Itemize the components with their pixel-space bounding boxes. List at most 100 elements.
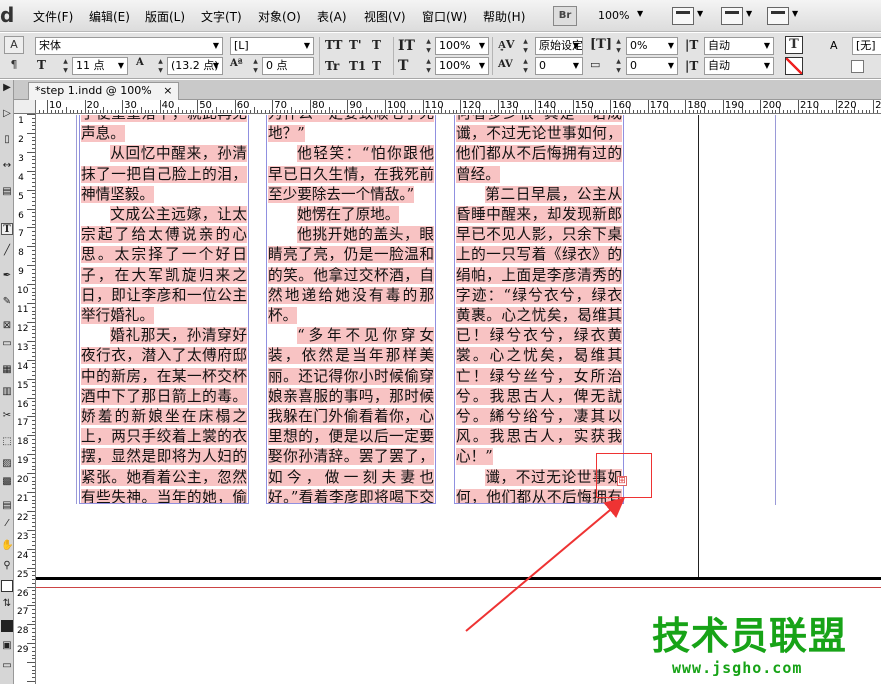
text-frame-1[interactable]: 手便重重落下，就此再无声息。从回忆中醒来，孙清抹了一把自己脸上的泪，神情坚毅。文… — [79, 115, 249, 504]
document-tab[interactable]: *step 1.indd @ 100% × — [28, 82, 180, 100]
aki-before-select[interactable]: 自动 ▼ — [704, 37, 774, 55]
paragraph-text: 何者多少恨”真是一语成谶，不过无论世事如何，他们都从不后悔拥有过的曾经。 — [456, 115, 622, 183]
content-collector-icon[interactable]: ▤ — [1, 186, 13, 198]
small-caps-button[interactable]: Tr — [325, 59, 339, 73]
stroke-none-icon[interactable] — [785, 57, 803, 75]
strikethrough-button[interactable]: T — [372, 59, 381, 73]
swap-colors-icon[interactable]: ⇅ — [1, 598, 13, 610]
vertical-grid-tool-icon[interactable]: ▥ — [1, 386, 13, 398]
horizontal-ruler[interactable]: 10 20 30 40 50 60 70 80 90 100 110 120 130 140 150 160 1… — [36, 100, 881, 114]
pencil-tool-icon[interactable]: ✎ — [1, 296, 13, 308]
arrange-dropdown-icon[interactable]: ▼ — [792, 9, 798, 18]
fill-swatch-icon[interactable] — [1, 580, 13, 592]
vertical-scale-field[interactable]: 100% ▼ — [435, 37, 489, 55]
leading-field[interactable]: (13.2 点) ▼ — [167, 57, 223, 75]
arrange-documents-icon[interactable] — [767, 7, 789, 25]
view-options-icon[interactable] — [672, 7, 694, 25]
tsume-field[interactable]: 0% ▼ — [626, 37, 678, 55]
zoom-level[interactable]: 100% — [598, 9, 629, 22]
ruler-tick — [32, 238, 35, 240]
underline-button[interactable]: T — [372, 38, 381, 52]
leading-stepper[interactable]: ▲ ▼ — [156, 57, 165, 75]
screen-mode-icon[interactable] — [721, 7, 743, 25]
font-size-field[interactable]: 11 点 ▼ — [72, 57, 128, 75]
selection-tool-icon[interactable]: ▶ — [1, 82, 13, 94]
line-tool-icon[interactable]: ╱ — [1, 245, 13, 257]
zoom-dropdown-icon[interactable]: ▼ — [637, 9, 643, 18]
superscript-button[interactable]: T' — [349, 38, 362, 52]
paragraph: 为什么一定要致顺七于死地？” — [268, 115, 434, 144]
text-frame-2[interactable]: 为什么一定要致顺七于死地？”他轻笑：“怕你跟他早已日久生情，在我死前至少要除去一… — [266, 115, 436, 504]
font-family-select[interactable]: 宋体 ▼ — [35, 37, 223, 55]
view-options-dropdown-icon[interactable]: ▼ — [697, 9, 703, 18]
ruler-tick — [47, 100, 48, 113]
baseline-shift-field[interactable]: 0 点 — [262, 57, 314, 75]
direct-selection-tool-icon[interactable]: ▷ — [1, 108, 13, 120]
menu-file[interactable]: 文件(F) — [33, 8, 73, 25]
type-tool-icon[interactable]: T — [1, 223, 13, 235]
gradient-feather-tool-icon[interactable]: ▩ — [1, 476, 13, 488]
ruler-tick — [32, 526, 35, 528]
screen-mode-dropdown-icon[interactable]: ▼ — [746, 9, 752, 18]
note-tool-icon[interactable]: ▤ — [1, 500, 13, 512]
eyedropper-tool-icon[interactable]: ⁄ — [1, 518, 13, 530]
free-transform-tool-icon[interactable]: ⬚ — [1, 436, 13, 448]
gradient-swatch-tool-icon[interactable]: ▨ — [1, 458, 13, 470]
ruler-label: 60 — [236, 100, 250, 111]
screen-mode-tool-icon[interactable]: ▭ — [1, 660, 13, 672]
page-tool-icon[interactable]: ▯ — [1, 134, 13, 146]
scissors-tool-icon[interactable]: ✂ — [1, 410, 13, 422]
kerning-field[interactable]: 原始设定 ▼ — [535, 37, 583, 55]
menu-window[interactable]: 窗口(W) — [422, 8, 467, 25]
menu-view[interactable]: 视图(V) — [364, 8, 406, 25]
option-checkbox[interactable] — [851, 60, 864, 73]
subscript-button[interactable]: T1 — [349, 59, 366, 73]
kerning-stepper[interactable]: ▲ ▼ — [521, 37, 530, 55]
tsume-stepper[interactable]: ▲ ▼ — [614, 37, 623, 55]
baseline-shift-stepper[interactable]: ▲ ▼ — [251, 57, 260, 75]
rectangle-frame-tool-icon[interactable]: ⊠ — [1, 320, 13, 332]
ruler-tick — [32, 677, 35, 679]
overset-text-port[interactable]: ⊞ — [617, 476, 627, 486]
ruler-tick — [27, 359, 35, 361]
menu-help[interactable]: 帮助(H) — [483, 8, 525, 25]
text-frame-3[interactable]: 何者多少恨”真是一语成谶，不过无论世事如何，他们都从不后悔拥有过的曾经。第二日早… — [454, 115, 624, 504]
font-size-stepper[interactable]: ▲ ▼ — [61, 57, 70, 75]
rectangle-tool-icon[interactable]: ▭ — [1, 338, 13, 350]
horizontal-grid-tool-icon[interactable]: ▦ — [1, 364, 13, 376]
ruler-origin[interactable] — [14, 100, 36, 114]
all-caps-button[interactable]: TT — [325, 38, 342, 52]
document-canvas[interactable]: 手便重重落下，就此再无声息。从回忆中醒来，孙清抹了一把自己脸上的泪，神情坚毅。文… — [36, 115, 881, 684]
hand-tool-icon[interactable]: ✋ — [1, 540, 13, 552]
aki-after-select[interactable]: 自动 ▼ — [704, 57, 774, 75]
menu-edit[interactable]: 编辑(E) — [89, 8, 130, 25]
paragraph-mode-icon[interactable]: ¶ — [4, 57, 24, 75]
char-aki-field[interactable]: 0 ▼ — [626, 57, 678, 75]
apply-color-icon[interactable]: ▣ — [1, 640, 13, 652]
pen-tool-icon[interactable]: ✒ — [1, 270, 13, 282]
gap-tool-icon[interactable]: ↔ — [1, 160, 13, 172]
menu-layout[interactable]: 版面(L) — [145, 8, 185, 25]
horizontal-scale-stepper[interactable]: ▲ ▼ — [424, 57, 433, 75]
ruler-tick — [32, 654, 35, 656]
zoom-tool-icon[interactable]: ⚲ — [1, 560, 13, 572]
ruler-tick — [32, 488, 35, 490]
close-tab-icon[interactable]: × — [163, 84, 172, 97]
ruler-tick — [287, 110, 289, 113]
bridge-button[interactable]: Br — [553, 6, 577, 26]
tracking-stepper[interactable]: ▲ ▼ — [521, 57, 530, 75]
vertical-ruler[interactable]: 1 2 3 4 5 6 7 8 9 10 11 12 13 14 15 16 17 18 19 20 21 22 23 24 2… — [14, 114, 36, 684]
menu-table[interactable]: 表(A) — [317, 8, 347, 25]
language-select[interactable]: [无] — [852, 37, 881, 55]
character-mode-icon[interactable]: A — [4, 36, 24, 54]
tracking-field[interactable]: 0 ▼ — [535, 57, 583, 75]
menu-object[interactable]: 对象(O) — [258, 8, 301, 25]
stroke-swatch-icon[interactable] — [1, 620, 13, 632]
fill-color-icon[interactable]: T — [785, 36, 803, 54]
vertical-scale-stepper[interactable]: ▲ ▼ — [424, 37, 433, 55]
ruler-tick — [32, 461, 35, 463]
horizontal-scale-field[interactable]: 100% ▼ — [435, 57, 489, 75]
char-aki-stepper[interactable]: ▲ ▼ — [614, 57, 623, 75]
menu-type[interactable]: 文字(T) — [201, 8, 242, 25]
font-style-select[interactable]: [L] ▼ — [230, 37, 314, 55]
